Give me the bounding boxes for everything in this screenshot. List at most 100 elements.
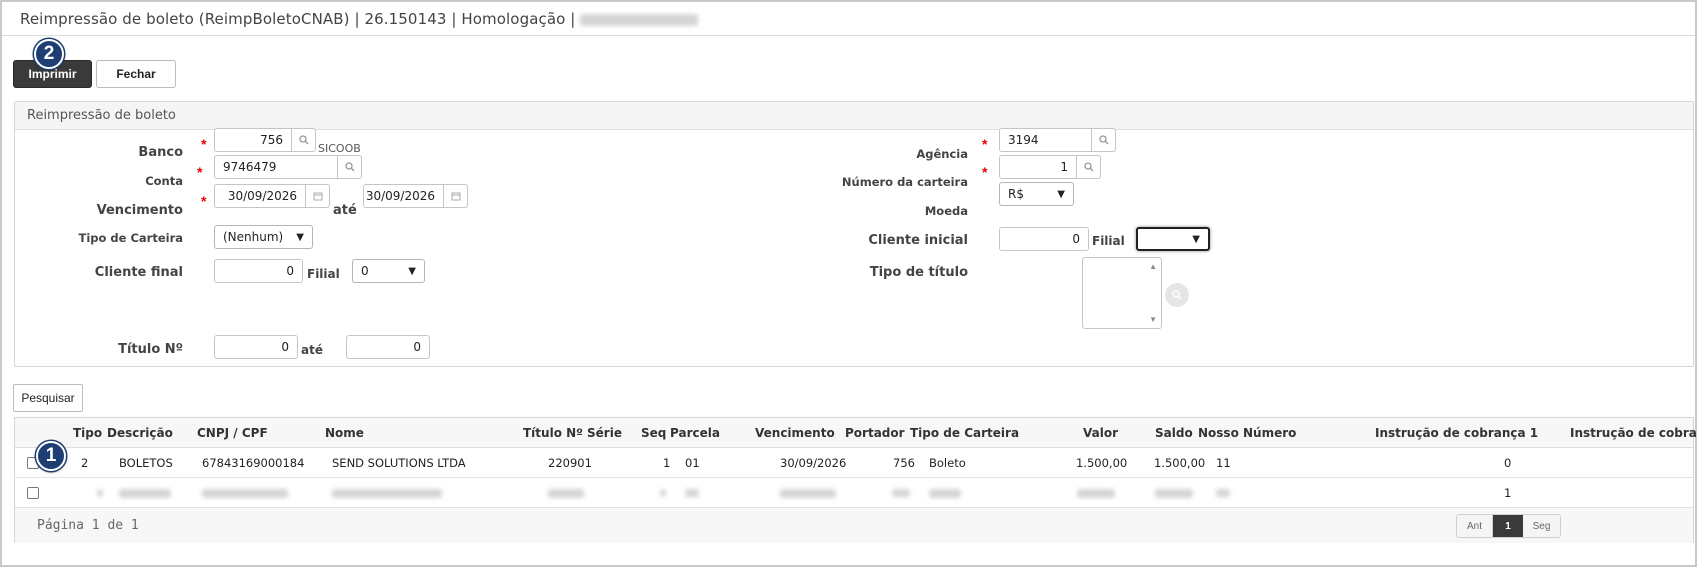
col-seq[interactable]: Seq <box>641 418 666 448</box>
table-footer <box>15 508 1693 543</box>
col-parcela[interactable]: Parcela <box>670 418 720 448</box>
pagination-next[interactable]: Seg <box>1523 515 1560 537</box>
filial-label: Filial <box>307 267 340 281</box>
conta-search-button[interactable] <box>338 155 362 179</box>
scroll-up-icon[interactable]: ▲ <box>1149 262 1157 271</box>
search-icon <box>344 162 354 172</box>
search-button[interactable]: Pesquisar <box>13 384 83 412</box>
step-badge-2: 2 <box>34 39 64 69</box>
redacted-cell <box>97 478 103 508</box>
banco-input[interactable]: 756 <box>214 128 292 152</box>
redacted-cell <box>1155 478 1193 508</box>
scroll-down-icon[interactable]: ▼ <box>1149 315 1157 324</box>
required-mark: * <box>201 193 207 209</box>
col-portador[interactable]: Portador <box>845 418 905 448</box>
col-saldo[interactable]: Saldo <box>1155 418 1193 448</box>
pagination-summary: Página 1 de 1 <box>37 518 139 533</box>
col-tipo[interactable]: Tipo <box>73 418 102 448</box>
cliente-inicial-input[interactable]: 0 <box>999 227 1089 251</box>
cell-parcela: 01 <box>685 456 700 470</box>
vencimento-from-calendar-button[interactable] <box>306 184 330 208</box>
cell-valor: 1.500,00 <box>1076 456 1128 470</box>
filial-final-select[interactable]: 0 ▼ <box>352 259 425 283</box>
conta-input[interactable]: 9746479 <box>214 155 338 179</box>
close-button[interactable]: Fechar <box>96 60 176 88</box>
pagination-prev[interactable]: Ant <box>1457 515 1493 537</box>
titulo-from-input[interactable]: 0 <box>214 335 298 359</box>
search-icon <box>1098 135 1108 145</box>
required-mark: * <box>201 136 207 152</box>
table-header: Tipo Descrição CNPJ / CPF Nome Título Nº… <box>15 418 1697 448</box>
cell-tipo-carteira: Boleto <box>929 456 966 470</box>
redacted-cell <box>892 478 910 508</box>
titulo-ate-label: até <box>301 343 323 357</box>
ate-label: até <box>333 203 357 218</box>
numero-carteira-input[interactable]: 1 <box>999 155 1077 179</box>
chevron-down-icon: ▼ <box>296 231 304 243</box>
banco-search-button[interactable] <box>292 128 316 152</box>
cliente-final-label: Cliente final <box>94 265 183 280</box>
required-mark: * <box>982 164 988 180</box>
col-descricao[interactable]: Descrição <box>107 418 173 448</box>
redacted-cell <box>548 478 584 508</box>
numero-carteira-search-button[interactable] <box>1077 155 1101 179</box>
titulo-to-input[interactable]: 0 <box>346 335 430 359</box>
filial-final-value: 0 <box>361 264 369 278</box>
row-checkbox[interactable] <box>27 478 39 508</box>
redacted-cell <box>1216 478 1230 508</box>
vencimento-from-input[interactable]: 30/09/2026 <box>214 184 306 208</box>
agencia-input[interactable]: 3194 <box>999 128 1092 152</box>
redacted-cell <box>1077 478 1115 508</box>
moeda-select[interactable]: R$ ▼ <box>999 182 1074 206</box>
cell-nome: SEND SOLUTIONS LTDA <box>332 456 466 470</box>
cell-seq: 1 <box>663 456 671 470</box>
col-titulo[interactable]: Título Nº <box>523 418 583 448</box>
vencimento-to-calendar-button[interactable] <box>444 184 468 208</box>
agencia-search-button[interactable] <box>1092 128 1116 152</box>
cell-saldo: 1.500,00 <box>1154 456 1206 470</box>
redacted-cell <box>780 478 836 508</box>
chevron-down-icon: ▼ <box>1192 233 1200 245</box>
filial-inicial-label: Filial <box>1092 234 1125 248</box>
cell-instrucao-1: 0 <box>1504 456 1512 470</box>
window-title: Reimpressão de boleto (ReimpBoletoCNAB) … <box>20 10 699 28</box>
conta-label: Conta <box>145 174 183 188</box>
col-cnpj[interactable]: CNPJ / CPF <box>197 418 268 448</box>
redacted-cell <box>332 478 442 508</box>
col-valor[interactable]: Valor <box>1083 418 1118 448</box>
tipo-carteira-select[interactable]: (Nenhum) ▼ <box>214 225 313 249</box>
tipo-carteira-value: (Nenhum) <box>223 230 284 244</box>
col-instrucao-2[interactable]: Instrução de cobrança 2 <box>1570 418 1697 448</box>
col-nosso-numero[interactable]: Nosso Número <box>1198 418 1296 448</box>
col-instrucao-1[interactable]: Instrução de cobrança 1 <box>1375 418 1538 448</box>
redacted-cell <box>119 478 171 508</box>
banco-name: SICOOB <box>318 142 361 155</box>
pagination: Ant 1 Seg <box>1456 514 1561 538</box>
cell-portador: 756 <box>893 456 915 470</box>
redacted-text <box>580 13 699 26</box>
cell-nosso-numero: 11 <box>1216 456 1231 470</box>
search-icon <box>1083 162 1093 172</box>
cliente-inicial-label: Cliente inicial <box>868 233 968 248</box>
filial-inicial-select[interactable]: ▼ <box>1136 227 1210 251</box>
moeda-value: R$ <box>1008 187 1024 201</box>
cell-tipo: 2 <box>81 456 89 470</box>
col-serie[interactable]: Série <box>587 418 622 448</box>
tipo-titulo-listbox[interactable]: ▲ ▼ <box>1082 257 1162 329</box>
table-row[interactable]: 2 BOLETOS 67843169000184 SEND SOLUTIONS … <box>15 448 1693 478</box>
cliente-final-input[interactable]: 0 <box>214 259 303 283</box>
vencimento-to-input[interactable]: 30/09/2026 <box>363 184 444 208</box>
col-vencimento[interactable]: Vencimento <box>755 418 835 448</box>
results-table: Tipo Descrição CNPJ / CPF Nome Título Nº… <box>14 417 1697 543</box>
numero-carteira-label: Número da carteira <box>841 175 968 189</box>
required-mark: * <box>982 136 988 152</box>
pagination-current[interactable]: 1 <box>1493 515 1523 537</box>
redacted-cell <box>660 478 666 508</box>
col-tipo-carteira[interactable]: Tipo de Carteira <box>910 418 1019 448</box>
tipo-titulo-search-button[interactable] <box>1165 283 1189 307</box>
table-row[interactable]: 1 0 <box>15 478 1693 508</box>
step-badge-1: 1 <box>36 441 66 471</box>
agencia-label: Agência <box>916 147 968 161</box>
col-nome[interactable]: Nome <box>325 418 364 448</box>
moeda-label: Moeda <box>924 204 968 218</box>
